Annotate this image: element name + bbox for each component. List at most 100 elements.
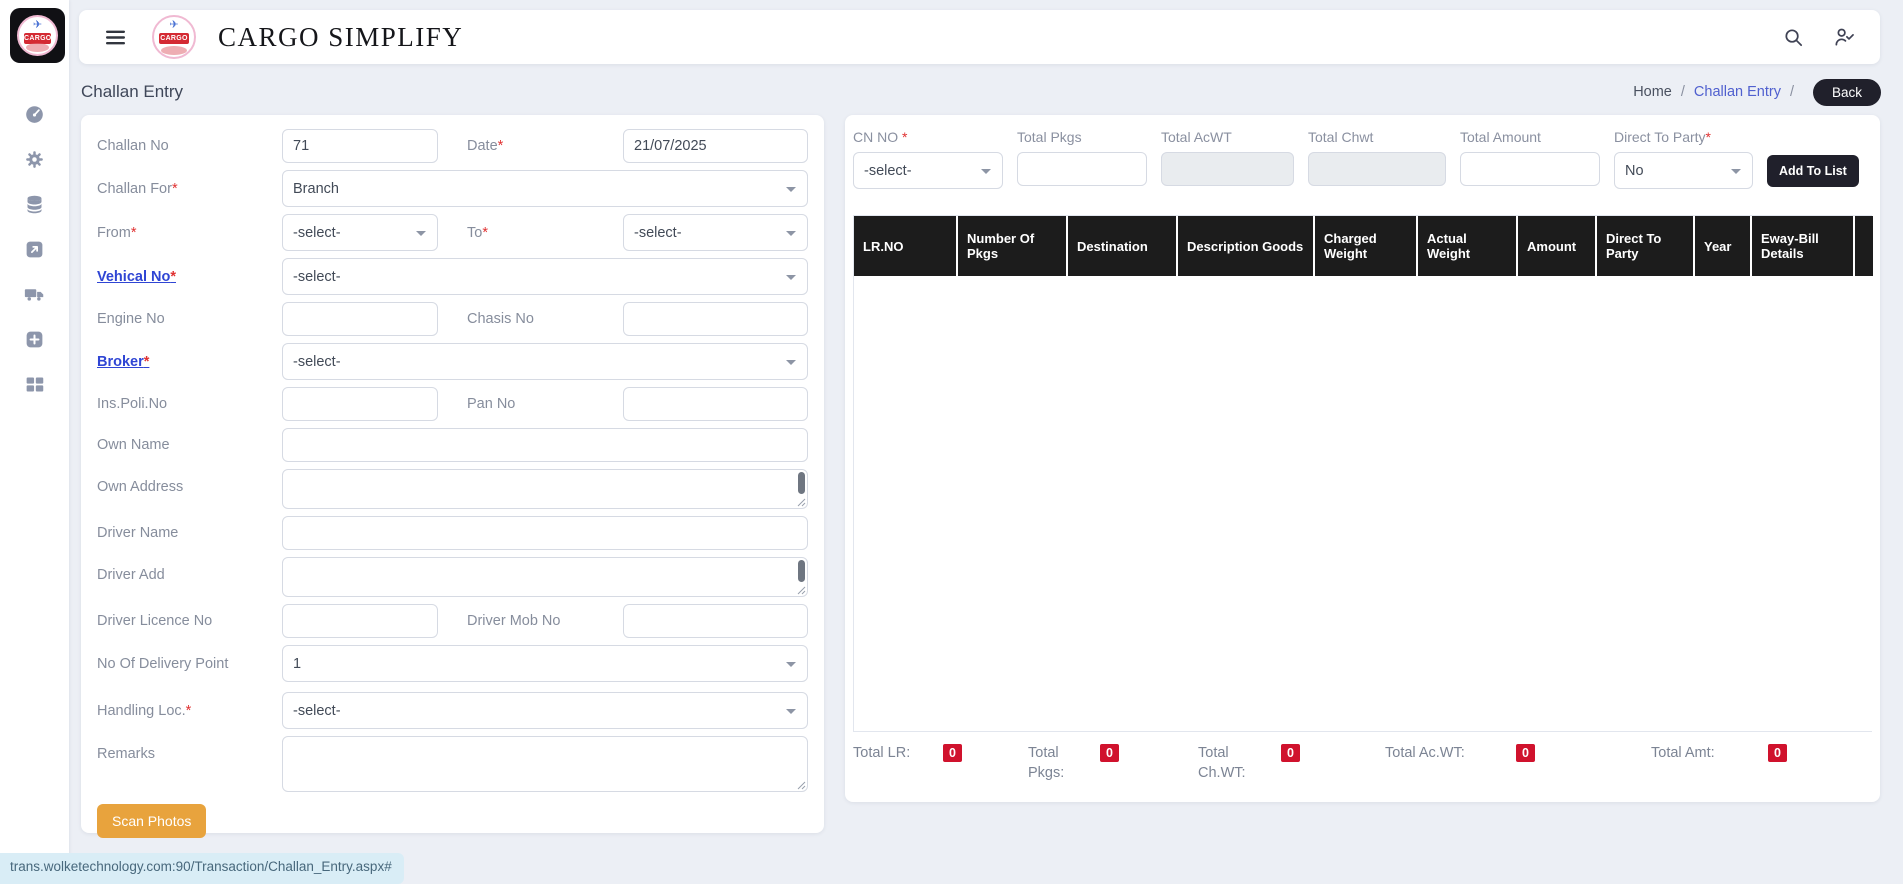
logo-base-decor bbox=[161, 46, 187, 55]
total-acwt-total-label: Total Ac.WT: bbox=[1385, 745, 1465, 761]
total-acwt-input bbox=[1161, 152, 1294, 186]
sidebar-logo[interactable]: ✈ CARGO bbox=[10, 8, 65, 63]
dashboard-speedometer-icon[interactable] bbox=[24, 104, 45, 125]
to-select[interactable]: -select- bbox=[623, 214, 808, 251]
challan-no-label: Challan No bbox=[97, 138, 169, 154]
logo-text: CARGO bbox=[158, 32, 190, 45]
challan-no-input[interactable] bbox=[282, 129, 438, 163]
handling-loc-label: Handling Loc.* bbox=[97, 702, 192, 719]
own-address-label: Own Address bbox=[97, 479, 184, 495]
col-number-of-pkgs: Number Of Pkgs bbox=[957, 216, 1068, 276]
vehical-no-link[interactable]: Vehical No* bbox=[97, 269, 176, 285]
ins-poli-no-input[interactable] bbox=[282, 387, 438, 421]
no-of-delivery-point-select[interactable]: 1 bbox=[282, 645, 808, 682]
textarea-scrollbar-thumb[interactable] bbox=[798, 560, 805, 582]
add-to-list-button[interactable]: Add To List bbox=[1767, 155, 1859, 187]
no-of-delivery-point-label: No Of Delivery Point bbox=[97, 655, 229, 672]
breadcrumb-current[interactable]: Challan Entry bbox=[1694, 84, 1781, 100]
chasis-no-input[interactable] bbox=[623, 302, 808, 336]
col-charged-weight: Charged Weight bbox=[1314, 216, 1418, 276]
total-acwt-label: Total AcWT bbox=[1161, 129, 1232, 145]
cn-no-select[interactable]: -select- bbox=[853, 152, 1003, 189]
cargo-logo-icon: ✈ CARGO bbox=[152, 15, 196, 59]
lr-table: LR.NO Number Of Pkgs Destination Descrip… bbox=[853, 215, 1873, 732]
database-icon[interactable] bbox=[24, 194, 45, 215]
truck-icon[interactable] bbox=[24, 284, 45, 305]
own-address-textarea[interactable] bbox=[282, 469, 808, 509]
pan-no-input[interactable] bbox=[623, 387, 808, 421]
chevron-down-icon bbox=[1731, 168, 1741, 174]
breadcrumb: Home / Challan Entry / Back bbox=[1633, 78, 1881, 106]
logo-base-decor bbox=[26, 43, 49, 52]
broker-link[interactable]: Broker* bbox=[97, 354, 149, 370]
total-lr-label: Total LR: bbox=[853, 745, 911, 761]
cn-list-panel: CN NO * -select- Total Pkgs Total AcWT T… bbox=[845, 115, 1880, 802]
chevron-down-icon bbox=[416, 230, 426, 236]
vehical-no-select[interactable]: -select- bbox=[282, 258, 808, 295]
col-year: Year bbox=[1694, 216, 1752, 276]
total-chwt-total-label: Total Ch.WT: bbox=[1198, 745, 1246, 781]
grid-icon[interactable] bbox=[24, 374, 45, 395]
sidebar: ✈ CARGO bbox=[0, 0, 69, 872]
challan-form-panel: Challan No Date* Challan For* Branch Fro… bbox=[81, 115, 824, 838]
sidebar-nav bbox=[0, 104, 69, 395]
driver-mob-no-input[interactable] bbox=[623, 604, 808, 638]
driver-licence-no-input[interactable] bbox=[282, 604, 438, 638]
col-direct-to-party: Direct To Party bbox=[1596, 216, 1695, 276]
status-url-tooltip: trans.wolketechnology.com:90/Transaction… bbox=[0, 853, 404, 884]
total-amount-input[interactable] bbox=[1460, 152, 1600, 186]
chevron-down-icon bbox=[786, 661, 796, 667]
total-amount-label: Total Amount bbox=[1460, 129, 1541, 145]
totals-row: Total LR: 0 Total Pkgs: 0 Total Ch.WT: 0… bbox=[853, 744, 1872, 786]
table-empty-body bbox=[854, 276, 1873, 731]
challan-for-select[interactable]: Branch bbox=[282, 170, 808, 207]
user-check-icon[interactable] bbox=[1833, 26, 1856, 49]
resize-grip-icon[interactable] bbox=[797, 586, 806, 595]
col-lr-no: LR.NO bbox=[854, 216, 958, 276]
engine-no-label: Engine No bbox=[97, 311, 165, 327]
breadcrumb-home[interactable]: Home bbox=[1633, 84, 1672, 100]
from-label: From* bbox=[97, 224, 137, 241]
breadcrumb-separator: / bbox=[1789, 84, 1794, 100]
direct-to-party-label: Direct To Party* bbox=[1614, 129, 1711, 145]
cn-fields-row: CN NO * -select- Total Pkgs Total AcWT T… bbox=[853, 129, 1872, 189]
date-input[interactable] bbox=[623, 129, 808, 163]
total-chwt-label: Total Chwt bbox=[1308, 129, 1374, 145]
table-header-row: LR.NO Number Of Pkgs Destination Descrip… bbox=[854, 216, 1873, 276]
chevron-down-icon bbox=[786, 359, 796, 365]
cargo-logo-icon: ✈ CARGO bbox=[17, 15, 58, 56]
plus-square-icon[interactable] bbox=[24, 329, 45, 350]
own-name-input[interactable] bbox=[282, 428, 808, 462]
driver-add-textarea[interactable] bbox=[282, 557, 808, 597]
back-button[interactable]: Back bbox=[1812, 78, 1881, 106]
resize-grip-icon[interactable] bbox=[797, 498, 806, 507]
chevron-down-icon bbox=[786, 274, 796, 280]
handling-loc-select[interactable]: -select- bbox=[282, 692, 808, 729]
hamburger-menu-icon[interactable] bbox=[103, 25, 128, 50]
driver-name-label: Driver Name bbox=[97, 525, 179, 541]
scan-photos-button[interactable]: Scan Photos bbox=[97, 804, 207, 838]
total-pkgs-input[interactable] bbox=[1017, 152, 1147, 186]
total-chwt-input bbox=[1308, 152, 1446, 186]
pan-no-label: Pan No bbox=[467, 396, 516, 412]
direct-to-party-select[interactable]: No bbox=[1614, 152, 1753, 189]
total-pkgs-badge: 0 bbox=[1100, 744, 1119, 762]
settings-gear-icon[interactable] bbox=[24, 149, 45, 170]
engine-no-input[interactable] bbox=[282, 302, 438, 336]
driver-mob-no-label: Driver Mob No bbox=[467, 613, 561, 629]
resize-grip-icon[interactable] bbox=[797, 781, 806, 790]
arrow-up-right-square-icon[interactable] bbox=[24, 239, 45, 260]
driver-licence-no-label: Driver Licence No bbox=[97, 613, 213, 629]
date-label: Date* bbox=[467, 138, 504, 154]
col-destination: Destination bbox=[1067, 216, 1178, 276]
driver-name-input[interactable] bbox=[282, 516, 808, 550]
col-actual-weight: Actual Weight bbox=[1417, 216, 1518, 276]
remarks-textarea[interactable] bbox=[282, 736, 808, 792]
from-select[interactable]: -select- bbox=[282, 214, 438, 251]
textarea-scrollbar-thumb[interactable] bbox=[798, 472, 805, 494]
breadcrumb-separator: / bbox=[1680, 84, 1685, 100]
chevron-down-icon bbox=[786, 230, 796, 236]
chevron-down-icon bbox=[786, 186, 796, 192]
search-icon[interactable] bbox=[1782, 26, 1805, 49]
broker-select[interactable]: -select- bbox=[282, 343, 808, 380]
